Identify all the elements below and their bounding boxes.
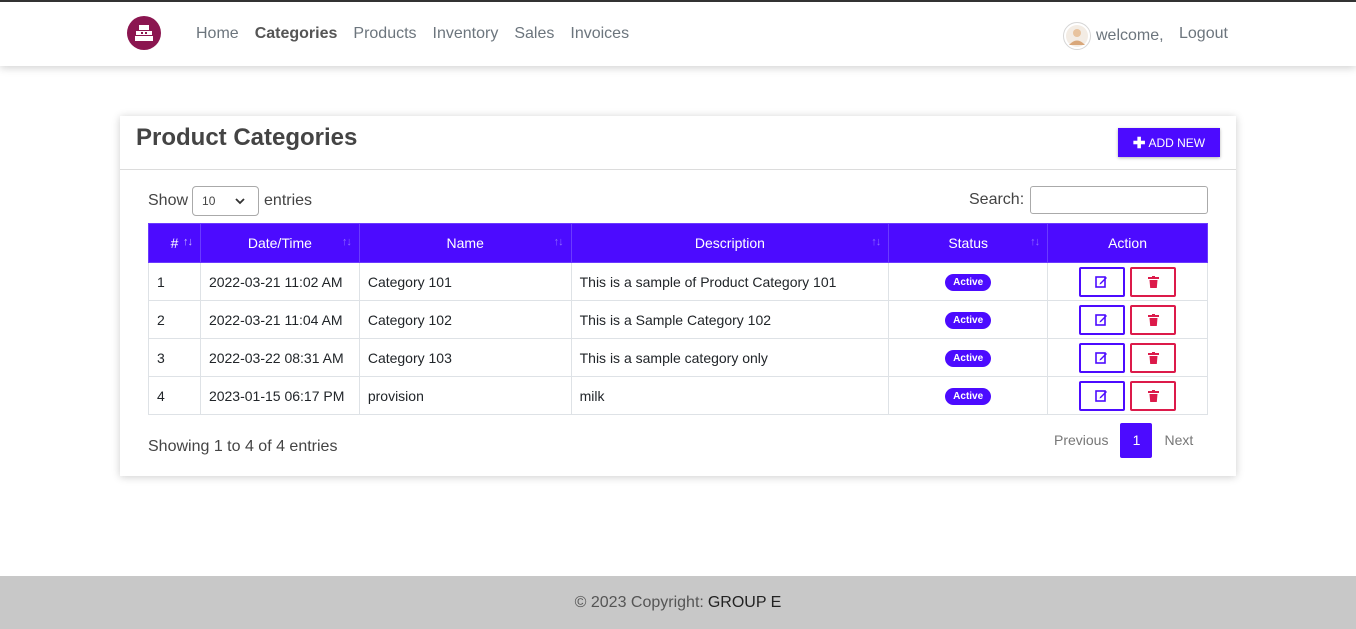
footer-brand-link[interactable]: GROUP E [708, 594, 782, 612]
row-description: This is a sample of Product Category 101 [570, 262, 890, 301]
edit-button[interactable] [1078, 304, 1125, 335]
col-status[interactable]: Status ↑↓ [888, 223, 1049, 263]
col-action: Action [1047, 223, 1208, 263]
status-badge: Active [945, 388, 992, 405]
row-name: Category 102 [358, 300, 572, 339]
categories-table: # ↑↓ Date/Time ↑↓ Name ↑↓ Description ↑↓ Sta… [148, 223, 1208, 415]
sort-icon: ↑↓ [341, 236, 352, 248]
row-name: Category 103 [358, 338, 572, 377]
row-number: 3 [148, 338, 201, 377]
table-header-row: # ↑↓ Date/Time ↑↓ Name ↑↓ Description ↑↓ Sta… [148, 223, 1208, 263]
row-status: Active [888, 338, 1049, 377]
row-description: milk [570, 376, 890, 415]
edit-button[interactable] [1078, 266, 1125, 297]
row-name: Category 101 [358, 262, 572, 301]
row-status: Active [888, 262, 1049, 301]
copyright-text: © 2023 Copyright: [574, 593, 704, 611]
edit-icon [1095, 314, 1108, 326]
col-name[interactable]: Name ↑↓ [358, 223, 572, 263]
sort-icon: ↑↓ [182, 236, 193, 248]
row-datetime: 2022-03-21 11:04 AM [199, 300, 360, 339]
sort-icon: ↑↓ [553, 236, 564, 248]
pagination-previous[interactable]: Previous [1042, 423, 1120, 458]
row-actions [1047, 338, 1208, 377]
trash-icon [1147, 389, 1159, 402]
table-row: 2 2022-03-21 11:04 AM Category 102 This … [148, 300, 1208, 339]
trash-icon [1147, 351, 1159, 364]
delete-button[interactable] [1130, 266, 1177, 297]
row-name: provision [358, 376, 572, 415]
add-new-label: ADD NEW [1148, 135, 1206, 150]
entries-length-control: Show 10 entries [148, 186, 312, 216]
edit-button[interactable] [1078, 380, 1125, 411]
delete-button[interactable] [1130, 304, 1177, 335]
table-row: 4 2023-01-15 06:17 PM provision milk Act… [148, 376, 1208, 415]
table-search: Search: [969, 186, 1209, 214]
sort-icon: ↑↓ [1030, 236, 1040, 248]
row-status: Active [888, 300, 1049, 339]
nav-sales[interactable]: Sales [506, 24, 562, 44]
row-actions [1047, 376, 1208, 415]
col-description[interactable]: Description ↑↓ [570, 223, 890, 263]
logout-link[interactable]: Logout [1179, 24, 1228, 44]
row-datetime: 2022-03-22 08:31 AM [199, 338, 360, 377]
col-number[interactable]: # ↑↓ [148, 223, 201, 263]
cash-register-icon[interactable] [127, 16, 161, 50]
trash-icon [1147, 313, 1159, 326]
nav-inventory[interactable]: Inventory [425, 24, 507, 44]
card-header: Product Categories ✚ ADD NEW [120, 116, 1236, 170]
table-info: Showing 1 to 4 of 4 entries [148, 438, 338, 455]
row-number: 4 [148, 376, 201, 415]
user-menu[interactable]: welcome, [1063, 22, 1164, 50]
nav-products[interactable]: Products [345, 24, 424, 44]
entries-label: entries [264, 192, 313, 209]
row-datetime: 2022-03-21 11:02 AM [199, 262, 360, 301]
row-description: This is a sample category only [570, 338, 890, 377]
pagination-page-current[interactable]: 1 [1120, 423, 1153, 458]
search-label: Search: [969, 191, 1025, 208]
status-badge: Active [945, 274, 992, 291]
col-datetime[interactable]: Date/Time ↑↓ [199, 223, 360, 263]
welcome-text: welcome, [1096, 27, 1164, 44]
edit-icon [1095, 352, 1108, 364]
search-input[interactable] [1030, 186, 1209, 214]
pagination-next[interactable]: Next [1152, 423, 1205, 458]
row-datetime: 2023-01-15 06:17 PM [199, 376, 360, 415]
nav-home[interactable]: Home [188, 24, 247, 44]
trash-icon [1147, 275, 1159, 288]
edit-icon [1095, 276, 1108, 288]
edit-icon [1095, 390, 1108, 402]
show-label: Show [148, 192, 189, 209]
entries-select[interactable]: 10 [192, 186, 260, 216]
edit-button[interactable] [1078, 342, 1125, 373]
categories-card: Product Categories ✚ ADD NEW Show 10 ent… [120, 116, 1236, 476]
row-actions [1047, 262, 1208, 301]
status-badge: Active [945, 312, 992, 329]
row-number: 1 [148, 262, 201, 301]
pagination: Previous 1 Next [1042, 423, 1205, 458]
table-row: 3 2022-03-22 08:31 AM Category 103 This … [148, 338, 1208, 377]
status-badge: Active [945, 350, 992, 367]
row-number: 2 [148, 300, 201, 339]
nav-links: Home Categories Products Inventory Sales… [188, 24, 637, 44]
chevron-down-icon [235, 198, 245, 205]
page-footer: © 2023 Copyright: GROUP E [0, 576, 1356, 629]
top-navbar: Home Categories Products Inventory Sales… [0, 0, 1356, 66]
delete-button[interactable] [1130, 342, 1177, 373]
avatar [1063, 22, 1091, 50]
page-title: Product Categories [136, 124, 358, 151]
row-description: This is a Sample Category 102 [570, 300, 890, 339]
entries-select-value: 10 [202, 194, 216, 208]
delete-button[interactable] [1130, 380, 1177, 411]
plus-icon: ✚ [1132, 134, 1146, 152]
row-actions [1047, 300, 1208, 339]
nav-categories[interactable]: Categories [247, 24, 346, 44]
add-new-button[interactable]: ✚ ADD NEW [1118, 128, 1220, 157]
table-row: 1 2022-03-21 11:02 AM Category 101 This … [148, 262, 1208, 301]
row-status: Active [888, 376, 1049, 415]
sort-icon: ↑↓ [871, 236, 881, 248]
nav-invoices[interactable]: Invoices [562, 24, 637, 44]
